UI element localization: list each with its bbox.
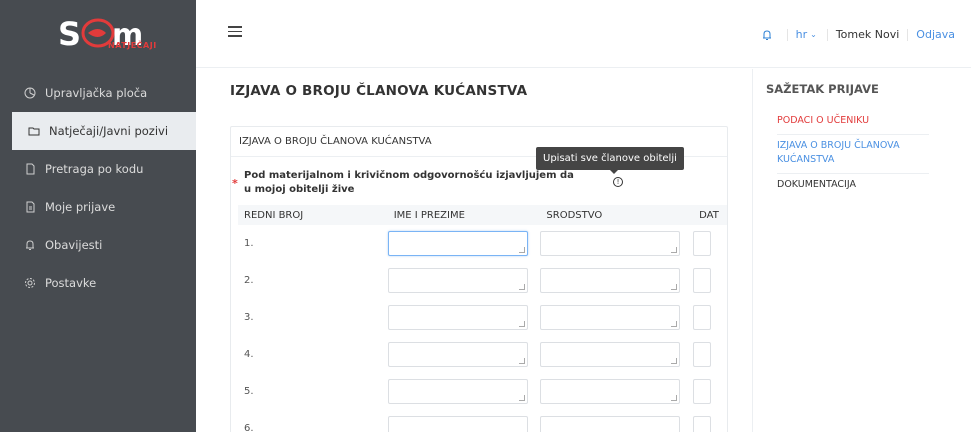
tooltip: Upisati sve članove obitelji [536,147,684,174]
relationship-input[interactable] [540,379,681,404]
relationship-input[interactable] [540,268,681,293]
date-input[interactable] [693,268,712,293]
required-marker: * [232,177,238,190]
topbar: hr ⌄ Tomek Novi Odjava [196,0,971,68]
sidebar-item-obavijesti[interactable]: Obavijesti [0,226,196,264]
table-row: 6. [238,410,727,432]
sidebar-item-moje-prijave[interactable]: Moje prijave [0,188,196,226]
household-form-card: IZJAVA O BROJU ČLANOVA KUĆANSTVA * Pod m… [230,126,728,432]
date-input[interactable] [693,305,712,330]
summary-title: SAŽETAK PRIJAVE [766,82,879,96]
relationship-input[interactable] [540,416,681,432]
summary-list: PODACI O UČENIKU IZJAVA O BROJU ČLANOVA … [777,110,929,198]
sidebar: S m NATJEČAJI Upravljačka ploča Natječaj… [0,0,196,432]
user-name: Tomek Novi [835,28,900,41]
logo-subtitle: NATJEČAJI [108,41,157,50]
sidebar-item-label: Postavke [45,276,97,290]
brand[interactable]: S m NATJEČAJI [0,0,196,66]
sidebar-nav: Upravljačka ploča Natječaji/Javni pozivi… [0,74,196,302]
row-number: 2. [244,275,254,286]
divider [907,28,909,41]
relationship-input[interactable] [540,342,681,367]
menu-toggle-icon[interactable] [228,26,242,40]
sidebar-item-postavke[interactable]: Postavke [0,264,196,302]
sidebar-item-pretraga[interactable]: Pretraga po kodu [0,150,196,188]
language-select[interactable]: hr ⌄ [796,28,817,41]
notification-bell-icon[interactable] [761,29,773,41]
relationship-input[interactable] [540,231,681,256]
date-input[interactable] [693,231,712,256]
document-icon [23,162,37,176]
gear-icon [23,276,37,290]
sidebar-item-natjecaji[interactable]: Natječaji/Javni pozivi [12,112,196,150]
row-number: 6. [244,423,254,432]
summary-item-dokumentacija[interactable]: DOKUMENTACIJA [777,174,929,198]
summary-panel: SAŽETAK PRIJAVE PODACI O UČENIKU IZJAVA … [752,69,971,432]
folder-icon [27,124,41,138]
table-row: 1. [238,225,727,262]
table-row: 5. [238,373,727,410]
top-right-controls: hr ⌄ Tomek Novi Odjava [761,28,955,41]
row-number: 4. [244,349,254,360]
name-input[interactable] [387,342,528,367]
svg-text:S: S [58,15,81,53]
column-header-redni-broj: REDNI BROJ [238,205,388,225]
sidebar-item-label: Moje prijave [45,200,116,214]
column-header-srodstvo: SRODSTVO [540,205,694,225]
table-row: 4. [238,336,727,373]
table-row: 3. [238,299,727,336]
row-number: 1. [244,238,254,249]
row-number: 3. [244,312,254,323]
column-header-ime-prezime: IME I PREZIME [387,205,541,225]
chevron-down-icon: ⌄ [810,30,817,39]
app: S m NATJEČAJI Upravljačka ploča Natječaj… [0,0,971,432]
household-members-table: REDNI BROJ IME I PREZIME SRODSTVO DAT 1. [238,205,727,432]
info-icon[interactable]: ! [613,177,623,187]
bell-icon [23,238,37,252]
page-title: IZJAVA O BROJU ČLANOVA KUĆANSTVA [230,83,528,99]
question-label: * Pod materijalnom i krivičnom odgovorno… [232,169,578,197]
name-input[interactable] [387,231,528,256]
summary-item-podaci-o-uceniku[interactable]: PODACI O UČENIKU [777,110,929,135]
logout-link[interactable]: Odjava [916,28,955,41]
column-header-datum: DAT [693,205,727,225]
sidebar-item-label: Natječaji/Javni pozivi [49,124,169,138]
file-list-icon [23,200,37,214]
sidebar-item-label: Obavijesti [45,238,103,252]
date-input[interactable] [693,342,712,367]
divider [826,28,828,41]
question-text: Pod materijalnom i krivičnom odgovornošć… [244,170,574,195]
name-input[interactable] [387,305,528,330]
date-input[interactable] [693,379,712,404]
row-number: 5. [244,386,254,397]
main-content: IZJAVA O BROJU ČLANOVA KUĆANSTVA IZJAVA … [196,69,752,432]
summary-item-izjava[interactable]: IZJAVA O BROJU ČLANOVA KUĆANSTVA [777,135,929,174]
relationship-input[interactable] [540,305,681,330]
name-input[interactable] [387,416,528,432]
sidebar-item-label: Pretraga po kodu [45,162,144,176]
sidebar-item-label: Upravljačka ploča [45,86,148,100]
language-value: hr [795,28,808,41]
name-input[interactable] [387,379,528,404]
table-header-row: REDNI BROJ IME I PREZIME SRODSTVO DAT [238,205,727,225]
name-input[interactable] [387,268,528,293]
divider [786,28,788,41]
logo: S m NATJEČAJI [38,11,158,55]
dashboard-icon [23,86,37,100]
sidebar-item-dashboard[interactable]: Upravljačka ploča [0,74,196,112]
date-input[interactable] [693,416,712,432]
table-row: 2. [238,262,727,299]
